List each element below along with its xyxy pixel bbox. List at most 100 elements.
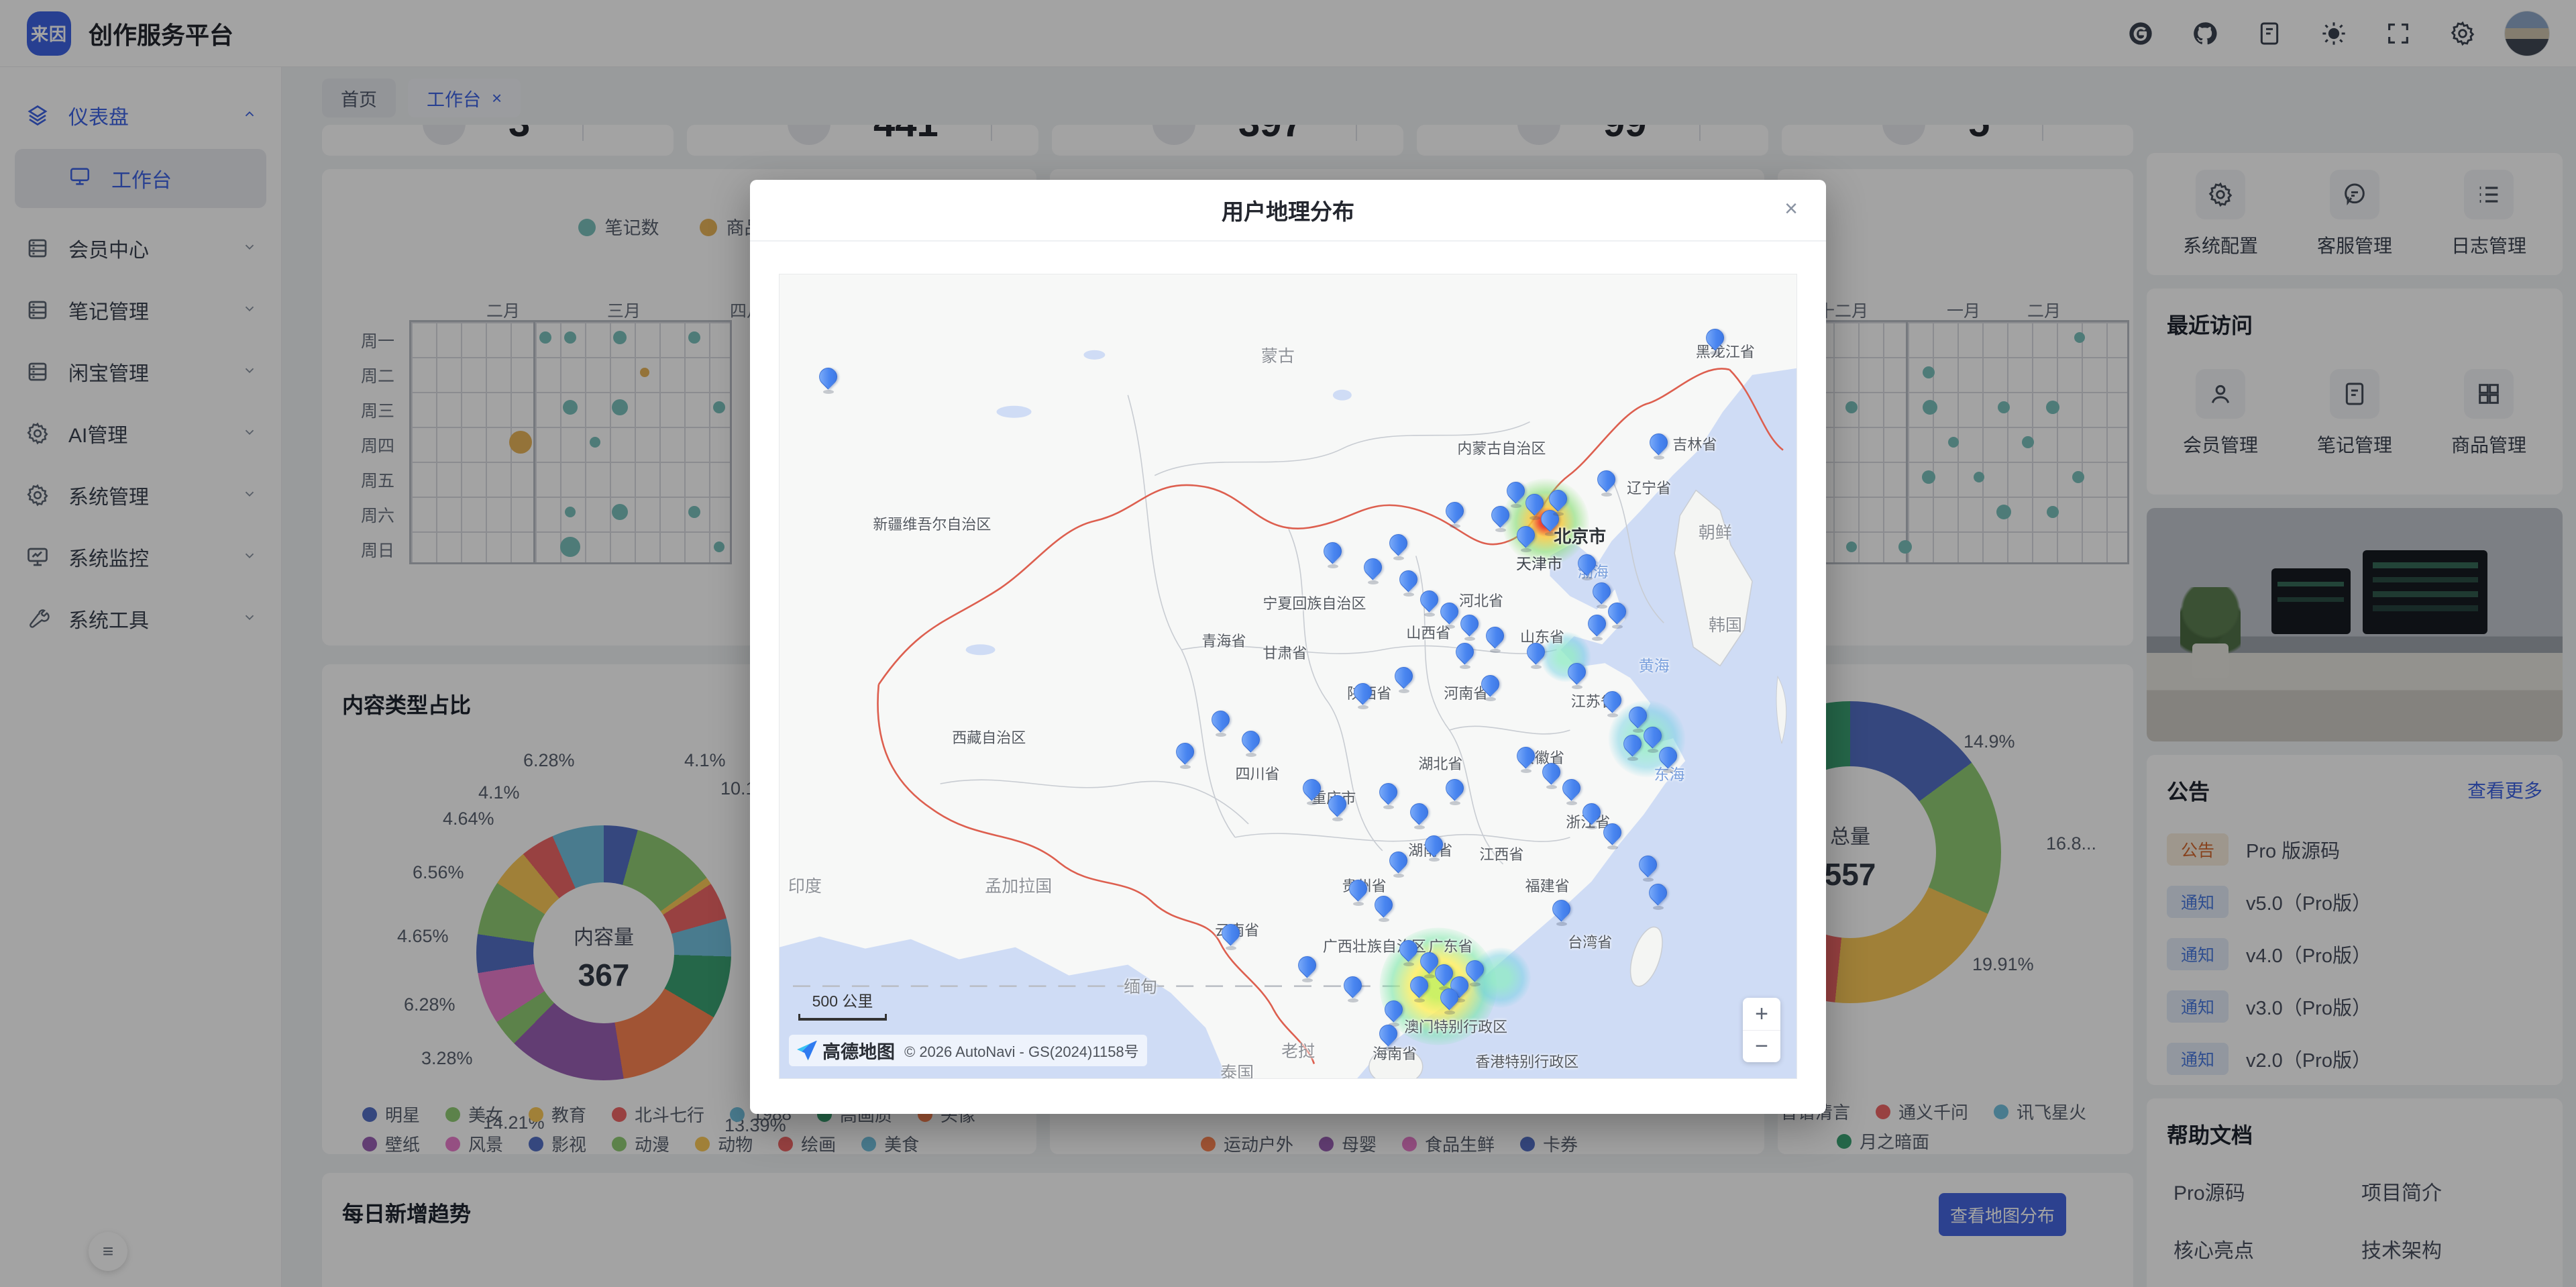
map-copyright: © 2026 AutoNavi - GS(2024)1158号 — [904, 1040, 1139, 1062]
map-pin[interactable] — [1212, 711, 1230, 735]
map-pin[interactable] — [1527, 643, 1546, 667]
map-label-香港特别行政区: 香港特别行政区 — [1475, 1050, 1578, 1072]
map-pin[interactable] — [1568, 663, 1587, 687]
map-label-蒙古: 蒙古 — [1261, 343, 1295, 367]
map-pin[interactable] — [819, 368, 838, 392]
map-label-吉林省: 吉林省 — [1672, 433, 1717, 454]
map-label-韩国: 韩国 — [1709, 612, 1742, 636]
modal-header: 用户地理分布 × — [750, 180, 1826, 242]
map-pin[interactable] — [1446, 502, 1464, 526]
map-pin[interactable] — [1410, 976, 1429, 1000]
map-pin[interactable] — [1578, 554, 1597, 578]
map-pin[interactable] — [1344, 976, 1362, 1000]
map-pin[interactable] — [1395, 667, 1413, 691]
map-pin[interactable] — [1460, 615, 1479, 639]
map-pin[interactable] — [1542, 763, 1561, 787]
map-label-江西省: 江西省 — [1479, 843, 1523, 864]
map-label-西藏自治区: 西藏自治区 — [952, 726, 1026, 748]
map-pin[interactable] — [1440, 603, 1459, 627]
map-label-内蒙古自治区: 内蒙古自治区 — [1457, 437, 1546, 458]
map-label-澳门特别行政区: 澳门特别行政区 — [1404, 1015, 1507, 1037]
map-pin[interactable] — [1549, 490, 1568, 514]
map-pin[interactable] — [1425, 835, 1444, 860]
map-pin[interactable] — [1440, 988, 1459, 1013]
screen: 来因 创作服务平台 仪表盘工作台会员中心笔记管理闲宝管理AI管理系统管理系统监控… — [0, 0, 2576, 1287]
map-pin[interactable] — [1349, 880, 1368, 904]
map-pin[interactable] — [1608, 603, 1627, 627]
map-label-福建省: 福建省 — [1525, 874, 1570, 896]
map-pin[interactable] — [1582, 803, 1601, 827]
map-pin[interactable] — [1650, 433, 1668, 458]
map-pin[interactable] — [1659, 747, 1678, 771]
close-icon[interactable]: × — [1784, 197, 1798, 220]
map-pin[interactable] — [1389, 852, 1408, 876]
map-label-辽宁省: 辽宁省 — [1627, 476, 1671, 498]
map-pin[interactable] — [1486, 627, 1505, 651]
map-label-新疆维吾尔自治区: 新疆维吾尔自治区 — [873, 513, 991, 534]
map-pin[interactable] — [1176, 743, 1195, 767]
amap-plane-icon — [797, 1041, 817, 1061]
map-pin[interactable] — [1466, 960, 1485, 984]
map-label-缅甸: 缅甸 — [1124, 974, 1157, 998]
map-label-泰国: 泰国 — [1220, 1060, 1254, 1079]
map-pin[interactable] — [1399, 570, 1418, 595]
geo-distribution-modal: 用户地理分布 × — [750, 180, 1826, 1114]
map-pin[interactable] — [1364, 558, 1383, 582]
zoom-out-button[interactable]: − — [1743, 1030, 1780, 1062]
map-label-甘肃省: 甘肃省 — [1263, 641, 1307, 663]
map-pin[interactable] — [1242, 731, 1260, 755]
map-pin[interactable] — [1324, 542, 1342, 566]
map-label-河北省: 河北省 — [1459, 589, 1503, 611]
map-pin[interactable] — [1588, 615, 1607, 639]
map-pin[interactable] — [1491, 506, 1510, 530]
map-label-青海省: 青海省 — [1201, 629, 1246, 651]
map-pin[interactable] — [1481, 675, 1500, 699]
map-pin[interactable] — [1328, 795, 1347, 819]
map-pin[interactable] — [1420, 590, 1439, 615]
map-label-黄海: 黄海 — [1639, 653, 1670, 676]
map-pin[interactable] — [1410, 803, 1429, 827]
map-label-老挝: 老挝 — [1281, 1038, 1315, 1062]
map-scale-text: 500 公里 — [798, 988, 887, 1011]
map-pin[interactable] — [1385, 1000, 1403, 1025]
map-pin[interactable] — [1603, 823, 1622, 847]
map-label-北京市: 北京市 — [1554, 523, 1606, 548]
map-pin[interactable] — [1517, 747, 1536, 771]
zoom-in-button[interactable]: + — [1743, 998, 1780, 1030]
map-pin[interactable] — [1379, 783, 1398, 807]
map-pin[interactable] — [1517, 526, 1536, 550]
map-pin[interactable] — [1399, 940, 1418, 964]
map-zoom-control: + − — [1743, 998, 1780, 1062]
map-pin[interactable] — [1649, 884, 1668, 908]
map-pin[interactable] — [1446, 779, 1464, 803]
map-pin[interactable] — [1303, 779, 1322, 803]
map-pin[interactable] — [1562, 779, 1581, 803]
map-label-湖北省: 湖北省 — [1418, 752, 1462, 774]
map-pin[interactable] — [1298, 956, 1317, 980]
map-label-孟加拉国: 孟加拉国 — [985, 873, 1052, 897]
map-pin[interactable] — [1375, 896, 1393, 920]
map-label-四川省: 四川省 — [1236, 762, 1280, 784]
map-pin[interactable] — [1379, 1025, 1398, 1049]
map-label-宁夏回族自治区: 宁夏回族自治区 — [1263, 592, 1366, 613]
amap-logo: 高德地图 — [797, 1037, 895, 1064]
map-scale: 500 公里 — [798, 988, 887, 1021]
map-pin[interactable] — [1456, 643, 1474, 667]
map-pin[interactable] — [1597, 470, 1616, 495]
map-pin[interactable] — [1389, 534, 1408, 558]
map-label-天津市: 天津市 — [1516, 551, 1562, 574]
map-pin[interactable] — [1639, 856, 1658, 880]
map-pin[interactable] — [1552, 900, 1571, 924]
map-label-印度: 印度 — [788, 873, 822, 897]
map-pin[interactable] — [1222, 924, 1240, 948]
map-pin[interactable] — [1354, 683, 1373, 707]
map-canvas[interactable]: 500 公里 高德地图 © 2026 AutoNavi - GS(2024)11… — [779, 274, 1797, 1079]
map-label-黑龙江省: 黑龙江省 — [1696, 340, 1755, 362]
map-pin[interactable] — [1623, 735, 1642, 759]
map-pin[interactable] — [1706, 329, 1725, 353]
map-label-台湾省: 台湾省 — [1568, 931, 1612, 952]
map-base-layer — [780, 274, 1796, 1078]
map-attribution: 高德地图 © 2026 AutoNavi - GS(2024)1158号 — [789, 1035, 1147, 1066]
map-pin[interactable] — [1603, 691, 1622, 715]
map-pin[interactable] — [1507, 482, 1525, 506]
